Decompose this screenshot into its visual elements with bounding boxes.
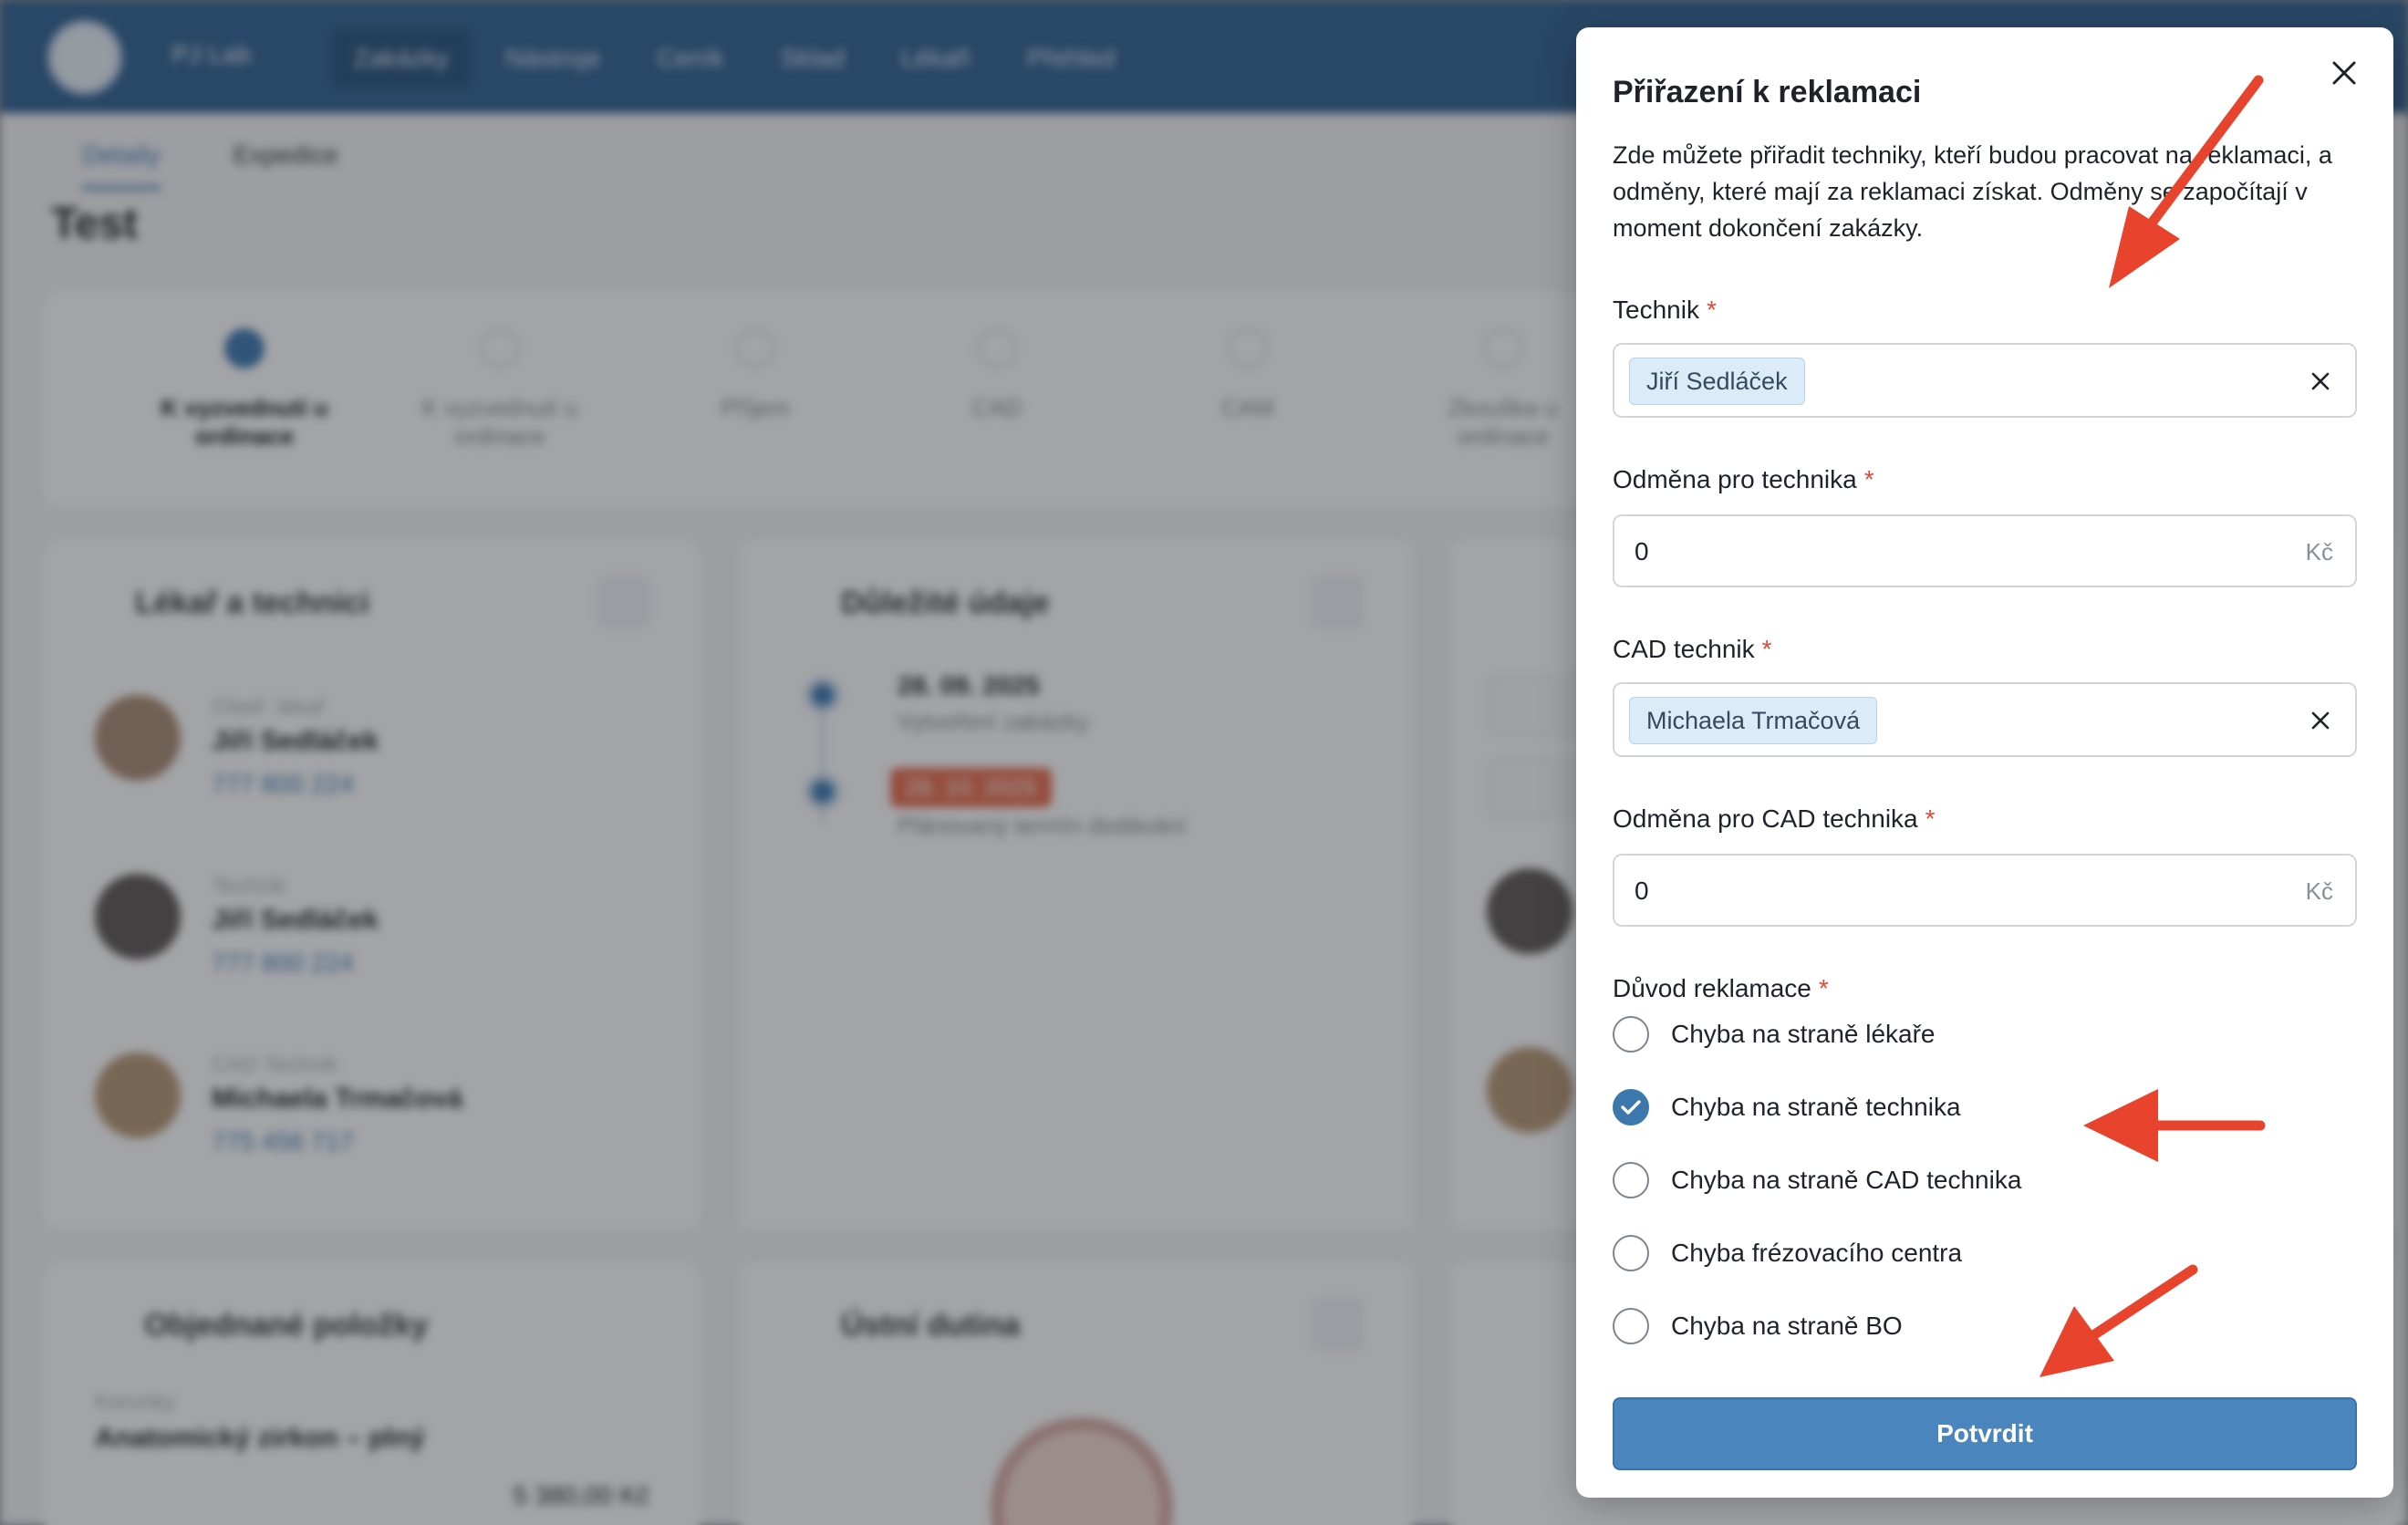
required-mark: * (1761, 635, 1772, 663)
radio-button[interactable] (1613, 1162, 1649, 1198)
reason-option-bo[interactable]: Chyba na straně BO (1613, 1304, 1903, 1348)
dialog-title: Přiřazení k reklamaci (1613, 75, 1922, 109)
reason-option-technik[interactable]: Chyba na straně technika (1613, 1085, 1961, 1129)
cad-label: CAD technik * (1613, 635, 1772, 663)
odmena-technik-label: Odměna pro technika * (1613, 465, 1874, 493)
technik-select[interactable]: Jiří Sedláček (1613, 343, 2357, 418)
odmena-cad-field[interactable]: Kč (1613, 854, 2357, 927)
required-mark: * (1925, 804, 1936, 833)
technik-label: Technik * (1613, 296, 1717, 324)
odmena-cad-label: Odměna pro CAD technika * (1613, 804, 1936, 833)
odmena-cad-input[interactable] (1635, 870, 2218, 912)
claim-assignment-dialog: Přiřazení k reklamaci Zde můžete přiřadi… (1576, 27, 2393, 1498)
reason-option-frezovaci[interactable]: Chyba frézovacího centra (1613, 1231, 1962, 1275)
reason-option-label: Chyba na straně BO (1671, 1312, 1903, 1340)
clear-cad-button[interactable] (2306, 706, 2335, 735)
reason-label: Důvod reklamace * (1613, 974, 1829, 1002)
radio-button[interactable] (1613, 1308, 1649, 1344)
close-icon (2332, 61, 2356, 85)
reason-option-label: Chyba na straně technika (1671, 1093, 1961, 1121)
close-icon (2311, 372, 2330, 390)
reason-option-label: Chyba na straně lékaře (1671, 1020, 1936, 1048)
reason-option-label: Chyba frézovacího centra (1671, 1239, 1963, 1267)
odmena-technik-input[interactable] (1635, 531, 2218, 573)
currency-unit: Kč (2305, 538, 2333, 565)
required-mark: * (1706, 296, 1717, 324)
radio-button[interactable] (1613, 1016, 1649, 1053)
close-button[interactable] (2318, 47, 2371, 99)
odmena-technik-field[interactable]: Kč (1613, 514, 2357, 587)
radio-button-checked[interactable] (1613, 1089, 1649, 1126)
cad-chip[interactable]: Michaela Trmačová (1629, 697, 1878, 744)
dialog-description: Zde můžete přiřadit techniky, kteří budo… (1613, 141, 2332, 242)
currency-unit: Kč (2305, 877, 2333, 905)
reason-option-label: Chyba na straně CAD technika (1671, 1166, 2022, 1194)
required-mark: * (1818, 974, 1829, 1002)
radio-button[interactable] (1613, 1235, 1649, 1271)
reason-option-cad[interactable]: Chyba na straně CAD technika (1613, 1158, 2021, 1202)
close-icon (2311, 711, 2330, 730)
cad-select[interactable]: Michaela Trmačová (1613, 682, 2357, 757)
reason-option-lekar[interactable]: Chyba na straně lékaře (1613, 1012, 1936, 1056)
clear-technik-button[interactable] (2306, 367, 2335, 396)
required-mark: * (1863, 465, 1874, 493)
technik-chip[interactable]: Jiří Sedláček (1629, 358, 1805, 405)
check-icon (1621, 1100, 1641, 1115)
confirm-button[interactable]: Potvrdit (1613, 1397, 2357, 1470)
